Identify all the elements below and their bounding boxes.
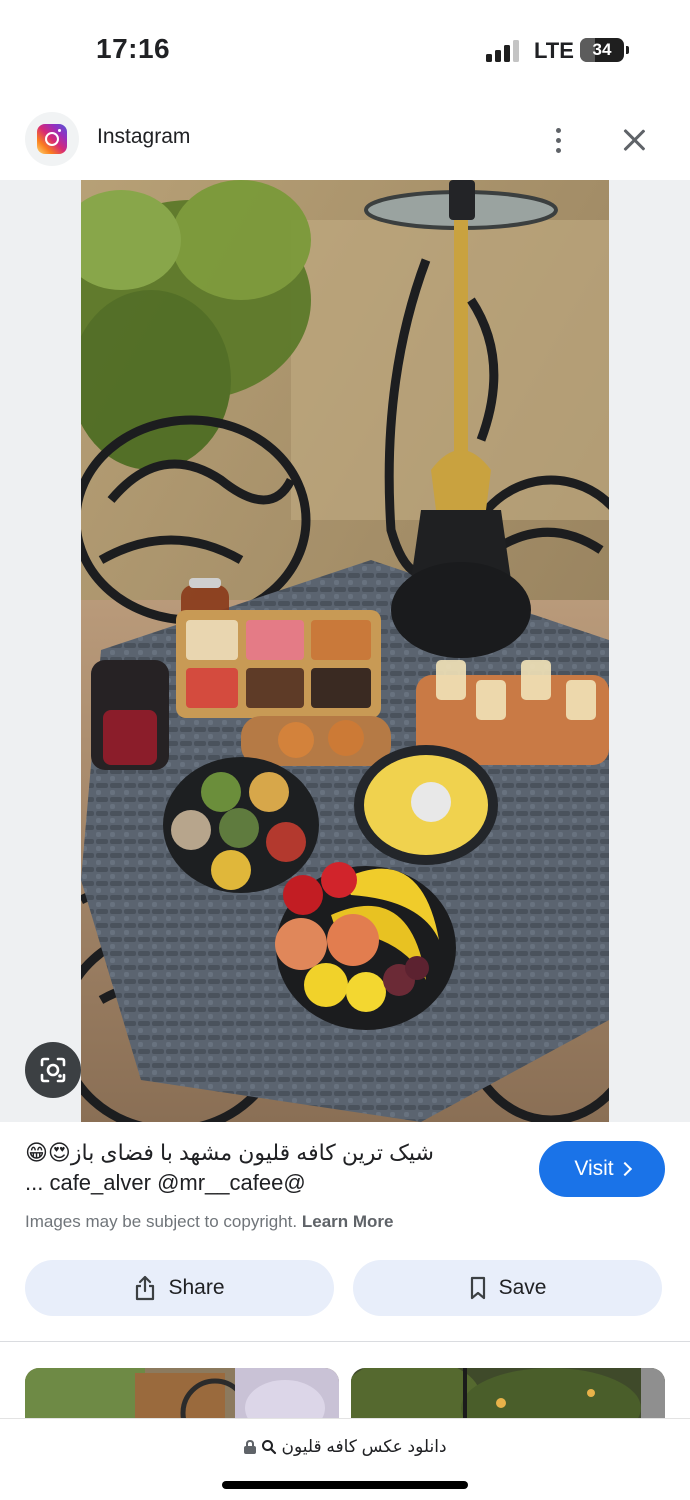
related-image-thumbnail[interactable] — [351, 1368, 665, 1420]
battery-icon: 34 — [580, 38, 629, 62]
learn-more-link[interactable]: Learn More — [302, 1212, 394, 1231]
home-indicator — [222, 1481, 468, 1489]
save-button-label: Save — [498, 1276, 547, 1299]
signal-icon — [486, 40, 522, 62]
url-text[interactable]: دانلود عکس کافه قلیون — [281, 1437, 446, 1457]
result-title[interactable]: شیک ترین کافه قلیون مشهد با فضای باز😍😁 @… — [25, 1138, 505, 1198]
related-image-thumbnail[interactable] — [25, 1368, 339, 1420]
browser-url-bar[interactable]: دانلود عکس کافه قلیون — [0, 1418, 690, 1500]
copyright-text: Images may be subject to copyright. — [25, 1212, 298, 1231]
related-images — [0, 1342, 690, 1420]
save-button[interactable]: Save — [353, 1260, 662, 1316]
chevron-right-icon — [617, 1161, 632, 1177]
status-bar: 17:16 LTE 34 — [0, 0, 690, 100]
bookmark-icon — [470, 1276, 485, 1300]
status-time: 17:16 — [96, 33, 171, 64]
result-title-line-1[interactable]: شیک ترین کافه قلیون مشهد با فضای باز😍😁 — [25, 1138, 505, 1168]
url-row[interactable]: دانلود عکس کافه قلیون — [0, 1437, 690, 1457]
image-viewer — [0, 180, 690, 1122]
google-lens-icon[interactable] — [25, 1042, 81, 1098]
result-info-panel: شیک ترین کافه قلیون مشهد با فضای باز😍😁 @… — [0, 1122, 690, 1342]
close-icon[interactable] — [616, 122, 652, 158]
search-icon — [262, 1440, 277, 1455]
visit-button-label: Visit — [574, 1157, 614, 1180]
result-title-line-2[interactable]: @cafe_alver @mr__cafee ... — [25, 1168, 505, 1198]
share-button[interactable]: Share — [25, 1260, 334, 1316]
battery-level: 34 — [592, 40, 612, 59]
result-image[interactable] — [81, 180, 609, 1122]
visit-button[interactable]: Visit — [539, 1141, 665, 1197]
lock-icon — [244, 1439, 257, 1454]
instagram-logo-icon[interactable] — [25, 112, 79, 166]
source-site-name[interactable]: Instagram — [97, 125, 190, 149]
viewer-header: Instagram — [0, 100, 690, 180]
more-vert-icon[interactable] — [540, 120, 576, 160]
share-icon — [136, 1275, 155, 1301]
network-label: LTE — [534, 38, 574, 63]
copyright-notice: Images may be subject to copyright. Lear… — [25, 1212, 394, 1232]
share-button-label: Share — [168, 1276, 225, 1299]
